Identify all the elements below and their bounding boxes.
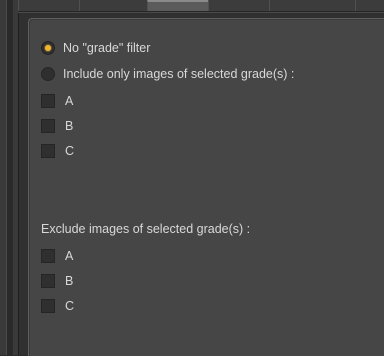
checkbox-icon[interactable] xyxy=(41,299,55,313)
tab-1[interactable] xyxy=(18,0,80,11)
exclude-grade-b-checkbox[interactable]: B xyxy=(41,272,73,290)
include-grade-a-label: A xyxy=(65,94,74,108)
include-grade-a-checkbox[interactable]: A xyxy=(41,92,73,110)
checkbox-icon[interactable] xyxy=(41,274,55,288)
include-grade-b-label: B xyxy=(65,119,74,133)
sidebar-scrollbar[interactable] xyxy=(6,0,13,355)
exclude-heading: Exclude images of selected grade(s) : xyxy=(41,220,250,238)
tab-2[interactable] xyxy=(79,0,148,11)
tab-bar xyxy=(18,0,384,13)
tab-5[interactable] xyxy=(269,0,356,11)
checkbox-icon[interactable] xyxy=(41,249,55,263)
window-frame: No "grade" filter Include only images of… xyxy=(0,0,384,356)
include-grade-c-checkbox[interactable]: C xyxy=(41,142,74,160)
radio-no-grade-filter-label: No "grade" filter xyxy=(63,41,151,55)
tab-grade-active[interactable] xyxy=(147,0,209,11)
exclude-grade-c-label: C xyxy=(65,299,75,313)
exclude-grade-c-checkbox[interactable]: C xyxy=(41,297,74,315)
checkbox-icon[interactable] xyxy=(41,119,55,133)
radio-no-grade-filter[interactable]: No "grade" filter xyxy=(41,39,150,57)
include-grade-c-label: C xyxy=(65,144,75,158)
include-grade-b-checkbox[interactable]: B xyxy=(41,117,73,135)
tab-4[interactable] xyxy=(208,0,270,11)
radio-include-label: Include only images of selected grade(s)… xyxy=(63,67,295,81)
radio-include-selected-grades[interactable]: Include only images of selected grade(s)… xyxy=(41,65,294,83)
left-sidebar-edge xyxy=(0,0,19,355)
exclude-grade-a-checkbox[interactable]: A xyxy=(41,247,73,265)
exclude-grade-b-label: B xyxy=(65,274,74,288)
tab-6[interactable] xyxy=(355,0,384,11)
exclude-grade-a-label: A xyxy=(65,249,74,263)
radio-selected-icon[interactable] xyxy=(41,41,55,55)
checkbox-icon[interactable] xyxy=(41,144,55,158)
checkbox-icon[interactable] xyxy=(41,94,55,108)
radio-unselected-icon[interactable] xyxy=(41,67,55,81)
exclude-heading-label: Exclude images of selected grade(s) : xyxy=(41,222,251,236)
